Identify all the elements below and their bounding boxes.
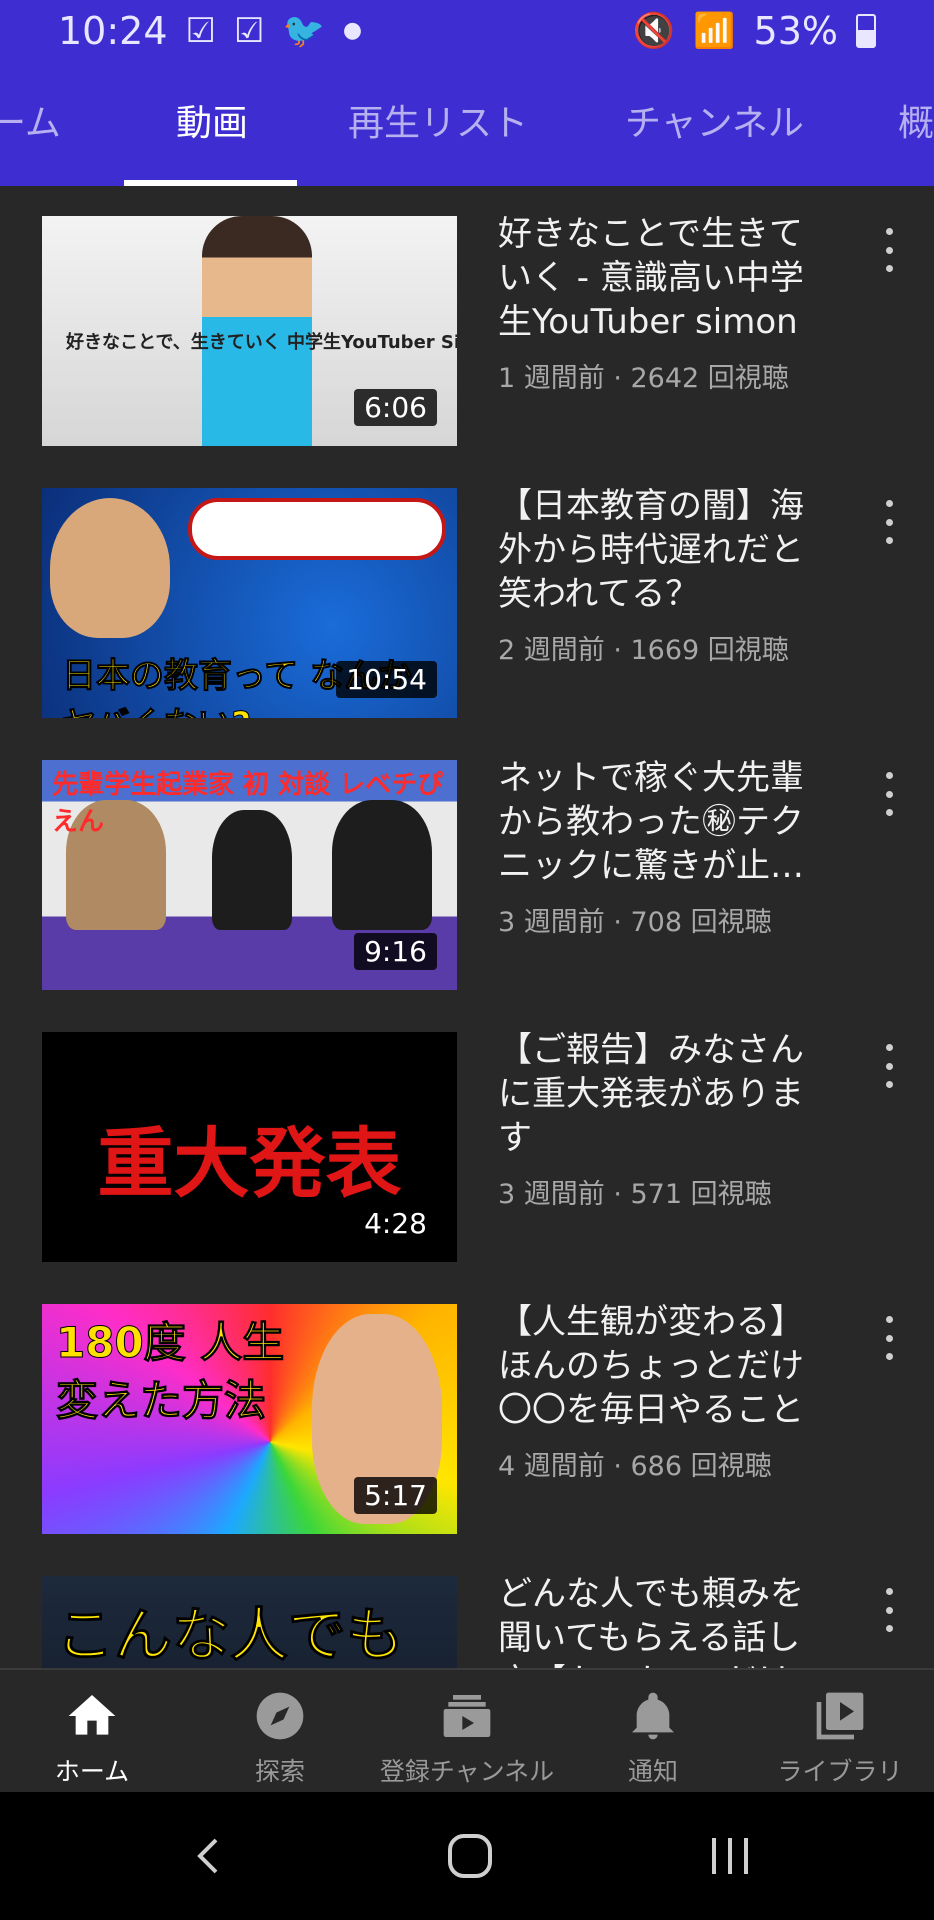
home-circle-icon[interactable]	[440, 1826, 500, 1886]
video-thumbnail[interactable]: 先輩学生起業家 初 対談 レベチぴえん 9:16	[42, 760, 457, 990]
video-item[interactable]: 先輩学生起業家 初 対談 レベチぴえん 9:16 ネットで稼ぐ大先輩から教わった…	[0, 730, 934, 1002]
recents-icon[interactable]	[700, 1826, 760, 1886]
bottom-navigation: ホーム 探索 登録チャンネル 通知 ライブラリ	[0, 1668, 934, 1792]
video-duration: 9:16	[354, 933, 437, 970]
video-item[interactable]: 好きなことで、生きていく 中学生YouTuber Simon 6:06 好きなこ…	[0, 186, 934, 458]
video-item[interactable]: こんな人でも どんな人でも頼みを聞いてもらえる話し方【たった1つだけ	[0, 1546, 934, 1668]
dot-icon: ●	[342, 18, 363, 43]
check-icon: ☑	[185, 11, 216, 51]
status-bar: 10:24 ☑ ☑ 🐦 ● 🔇 📶 53%	[0, 0, 934, 62]
video-duration: 6:06	[354, 389, 437, 426]
more-options-icon[interactable]	[874, 1580, 904, 1640]
compass-icon	[256, 1692, 304, 1740]
video-item[interactable]: 180度 人生 変えた方法 5:17 【人生観が変わる】ほんのちょっとだけ〇〇を…	[0, 1274, 934, 1546]
video-title[interactable]: 【日本教育の闇】海外から時代遅れだと笑われてる？	[498, 484, 828, 616]
video-item[interactable]: 日本の教育って なんか ヤバくない? 10:54 【日本教育の闇】海外から時代遅…	[0, 458, 934, 730]
tab-playlists[interactable]: 再生リスト	[348, 62, 528, 186]
video-meta: 3 週間前 · 708 回視聴	[498, 907, 772, 938]
more-options-icon[interactable]	[874, 1308, 904, 1368]
tab-channels[interactable]: チャンネル	[625, 62, 804, 186]
check-icon: ☑	[234, 11, 265, 51]
nav-explore[interactable]: 探索	[190, 1670, 370, 1794]
more-options-icon[interactable]	[874, 492, 904, 552]
more-options-icon[interactable]	[874, 764, 904, 824]
tab-videos[interactable]: 動画	[176, 62, 248, 186]
status-time: 10:24	[58, 9, 168, 53]
thumbnail-caption: 180度 人生 変えた方法	[56, 1318, 285, 1426]
thumbnail-caption: こんな人でも	[55, 1601, 405, 1669]
video-thumbnail[interactable]: こんな人でも	[42, 1576, 457, 1668]
video-duration: 10:54	[336, 661, 437, 698]
video-duration: 4:28	[354, 1205, 437, 1242]
more-options-icon[interactable]	[874, 1036, 904, 1096]
battery-icon	[856, 14, 876, 48]
mute-icon: 🔇	[632, 11, 676, 51]
nav-notifications[interactable]: 通知	[563, 1670, 743, 1794]
video-meta: 1 週間前 · 2642 回視聴	[498, 363, 789, 394]
video-duration: 5:17	[354, 1477, 437, 1514]
battery-percent: 53%	[753, 9, 838, 53]
bell-icon	[632, 1692, 674, 1740]
nav-home[interactable]: ホーム	[2, 1670, 182, 1794]
home-icon	[68, 1695, 116, 1735]
nav-subscriptions[interactable]: 登録チャンネル	[377, 1670, 557, 1794]
nav-label: ホーム	[54, 1757, 130, 1786]
video-list[interactable]: 好きなことで、生きていく 中学生YouTuber Simon 6:06 好きなこ…	[0, 186, 934, 1668]
video-thumbnail[interactable]: 180度 人生 変えた方法 5:17	[42, 1304, 457, 1534]
video-thumbnail[interactable]: 好きなことで、生きていく 中学生YouTuber Simon 6:06	[42, 216, 457, 446]
library-icon	[816, 1692, 864, 1740]
system-navigation-bar	[0, 1792, 934, 1920]
video-title[interactable]: 【人生観が変わる】ほんのちょっとだけ〇〇を毎日やること	[498, 1300, 828, 1432]
twitter-icon: 🐦	[282, 11, 325, 51]
nav-label: ライブラリ	[777, 1757, 903, 1786]
video-title[interactable]: 好きなことで生きていく - 意識高い中学生YouTuber simon	[498, 212, 828, 344]
wifi-icon: 📶	[693, 11, 736, 51]
channel-tabs: ーム 動画 再生リスト チャンネル 概	[0, 62, 934, 186]
video-meta: 4 週間前 · 686 回視聴	[498, 1451, 772, 1482]
back-icon[interactable]	[180, 1826, 240, 1886]
nav-label: 探索	[254, 1757, 305, 1786]
thumbnail-caption: 重大発表	[97, 1119, 402, 1208]
video-title[interactable]: 【ご報告】みなさんに重大発表があります	[498, 1028, 828, 1160]
video-thumbnail[interactable]: 重大発表 4:28	[42, 1032, 457, 1262]
thumbnail-caption: 好きなことで、生きていく 中学生YouTuber Simon	[66, 332, 457, 353]
nav-library[interactable]: ライブラリ	[750, 1670, 930, 1794]
video-title[interactable]: ネットで稼ぐ大先輩から教わった㊙テクニックに驚きが止…	[498, 756, 828, 888]
subscriptions-icon	[443, 1695, 491, 1737]
tab-home[interactable]: ーム	[0, 62, 61, 186]
video-title[interactable]: どんな人でも頼みを聞いてもらえる話し方【たった1つだけ	[498, 1572, 828, 1668]
nav-label: 通知	[627, 1757, 678, 1786]
nav-label: 登録チャンネル	[379, 1757, 555, 1786]
video-meta: 3 週間前 · 571 回視聴	[498, 1179, 772, 1210]
more-options-icon[interactable]	[874, 220, 904, 280]
tab-about[interactable]: 概	[898, 62, 934, 186]
video-thumbnail[interactable]: 日本の教育って なんか ヤバくない? 10:54	[42, 488, 457, 718]
video-meta: 2 週間前 · 1669 回視聴	[498, 635, 789, 666]
video-item[interactable]: 重大発表 4:28 【ご報告】みなさんに重大発表があります 3 週間前 · 57…	[0, 1002, 934, 1274]
